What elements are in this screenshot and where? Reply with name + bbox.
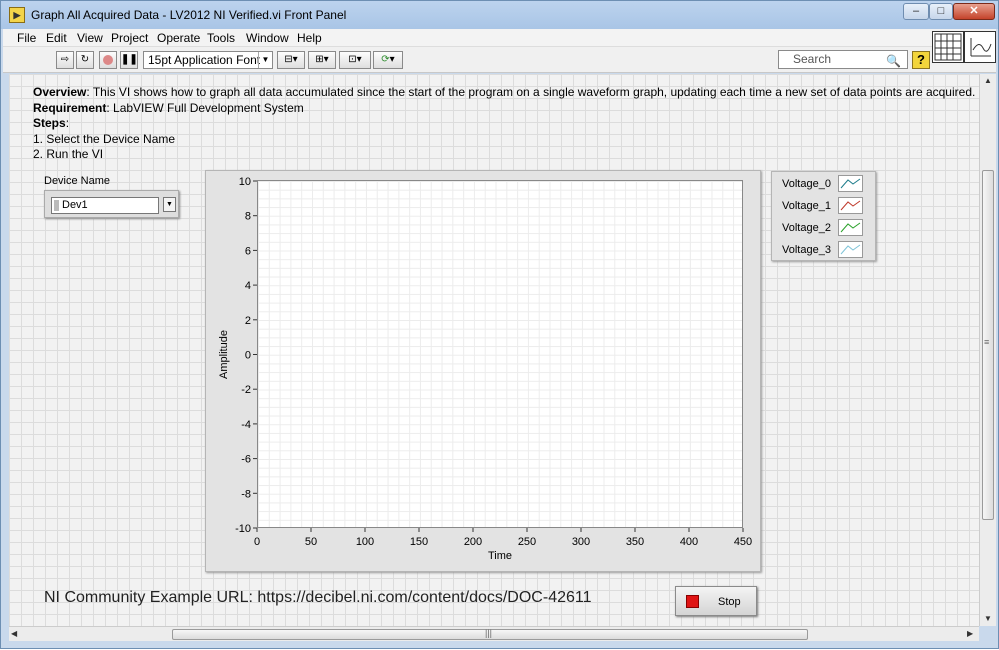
vertical-scroll-thumb[interactable]: ≡ <box>982 170 994 520</box>
x-tick-label: 300 <box>572 536 590 548</box>
y-tick-label: 6 <box>245 245 251 257</box>
horizontal-scroll-thumb[interactable]: ||| <box>172 628 808 640</box>
y-tick-label: -10 <box>235 523 251 535</box>
scroll-left-icon[interactable]: ◀ <box>11 629 17 638</box>
y-tick-label: -2 <box>241 384 251 396</box>
vertical-scrollbar[interactable]: ▲ ≡ ▼ <box>979 74 996 626</box>
horizontal-scrollbar[interactable]: ◀ ||| ▶ <box>9 626 979 641</box>
scroll-grip-icon: ≡ <box>984 337 990 347</box>
x-tick-label: 450 <box>734 536 752 548</box>
y-tick-label: -8 <box>241 488 251 500</box>
scroll-up-icon[interactable]: ▲ <box>984 76 992 85</box>
scroll-down-icon[interactable]: ▼ <box>984 614 992 623</box>
y-tick-label: -4 <box>241 419 251 431</box>
x-tick-label: 150 <box>410 536 428 548</box>
x-tick-label: 50 <box>305 536 317 548</box>
y-tick-label: 8 <box>245 211 251 223</box>
y-tick-label: 2 <box>245 315 251 327</box>
y-tick-label: -6 <box>241 454 251 466</box>
x-tick-label: 0 <box>254 536 260 548</box>
scroll-grip-icon: ||| <box>485 628 493 638</box>
labview-front-panel-window: ▶ Graph All Acquired Data - LV2012 NI Ve… <box>0 0 999 649</box>
y-tick-label: 0 <box>245 350 251 362</box>
y-tick-label: 4 <box>245 280 251 292</box>
x-axis-label: Time <box>488 550 512 562</box>
x-tick-label: 200 <box>464 536 482 548</box>
y-axis-label: Amplitude <box>218 330 230 379</box>
y-tick-label: 10 <box>239 176 251 188</box>
x-tick-label: 350 <box>626 536 644 548</box>
x-tick-label: 400 <box>680 536 698 548</box>
plot-area[interactable] <box>257 180 743 528</box>
x-tick-label: 100 <box>356 536 374 548</box>
x-tick-label: 250 <box>518 536 536 548</box>
scroll-right-icon[interactable]: ▶ <box>967 629 973 638</box>
